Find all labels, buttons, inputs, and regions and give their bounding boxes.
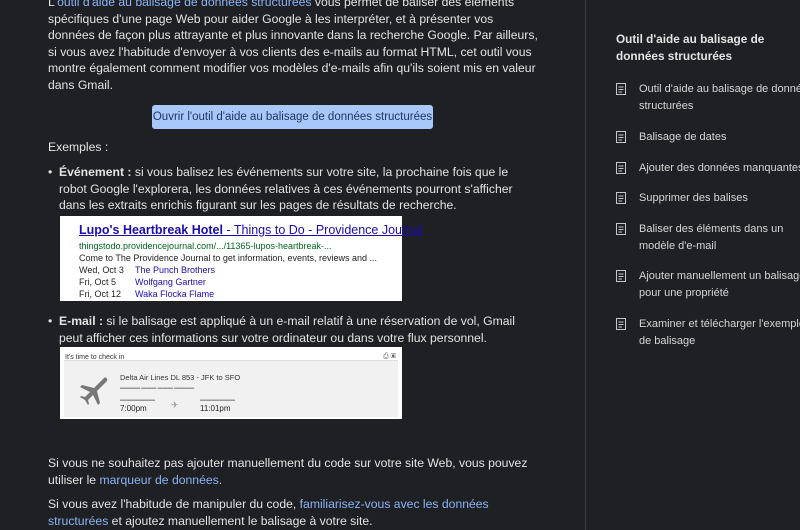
sidebar-item-label: Outil d'aide au balisage de données stru… (639, 83, 800, 112)
para-b-text: Si vous avez l'habitude de manipuler du … (48, 497, 300, 511)
serp-title-rest: - Things to Do - Providence Journal (222, 223, 423, 237)
intro-text: vous permet de baliser des éléments spéc… (48, 0, 538, 92)
article-icon (616, 223, 626, 235)
event-label: Événement : (59, 165, 132, 179)
airplane-icon (80, 377, 108, 405)
structured-data-paragraph: Si vous avez l'habitude de manipuler du … (48, 496, 538, 529)
data-highlighter-paragraph: Si vous ne souhaitez pas ajouter manuell… (48, 455, 538, 488)
sidebar-item-label: Examiner et télécharger l'exemple de bal… (639, 318, 800, 347)
bullet-email: • E-mail : si le balisage est appliqué à… (48, 313, 538, 346)
depart-time: 7:00pm (120, 404, 147, 413)
email-label: E-mail : (59, 314, 104, 328)
intro-prefix: L' (48, 0, 58, 9)
serp-title: Lupo's Heartbreak Hotel - Things to Do -… (79, 222, 423, 239)
sidebar-item-label: Ajouter manuellement un balisage pour un… (639, 270, 800, 299)
article-icon (616, 270, 626, 282)
sidebar-item-remove-tags[interactable]: Supprimer des balises (616, 190, 800, 207)
search-result-example: Lupo's Heartbreak Hotel - Things to Do -… (60, 216, 423, 303)
email-text: si le balisage est appliqué à un e-mail … (59, 314, 515, 345)
sidebar-item-review-download[interactable]: Examiner et télécharger l'exemple de bal… (616, 316, 800, 350)
bullet-event: • Événement : si vous balisez les événem… (48, 164, 538, 214)
sidebar-nav: Outil d'aide au balisage de données stru… (616, 31, 800, 347)
email-example: It's time to check in ⎙ ▣ Delta Air Line… (60, 347, 402, 419)
sidebar-item-dates[interactable]: Balisage de dates (616, 129, 800, 146)
bullet-dot: • (48, 165, 53, 179)
sidebar-item-label: Baliser des éléments dans un modèle d'e-… (639, 223, 784, 252)
flight-card: Delta Air Lines DL 853 - JFK to SFO ▬▬▬▬… (64, 360, 398, 417)
sidebar-title: Outil d'aide au balisage de données stru… (616, 32, 765, 63)
sidebar-item-email-template[interactable]: Baliser des éléments dans un modèle d'e-… (616, 221, 800, 255)
serp-title-bold: Lupo's Heartbreak Hotel (79, 223, 223, 237)
examples-heading: Exemples : (48, 140, 109, 154)
article-icon (616, 131, 626, 143)
markup-helper-link[interactable]: outil d'aide au balisage de données stru… (57, 0, 311, 9)
flight-arrow-icon: ✈ (171, 400, 179, 410)
sidebar-divider (585, 0, 586, 530)
data-highlighter-link[interactable]: marqueur de données (99, 473, 218, 487)
open-markup-helper-button[interactable]: Ouvrir l'outil d'aide au balisage de don… (152, 105, 433, 129)
bullet-dot: • (48, 314, 53, 328)
para-b-end: et ajoutez manuellement le balisage à vo… (108, 513, 373, 528)
event-date: Fri, Oct 12 (79, 289, 122, 299)
arrive-time: 11:01pm (200, 404, 231, 413)
article-icon (616, 318, 626, 330)
sidebar-item-label: Balisage de dates (639, 131, 727, 143)
intro-paragraph: L'outil d'aide au balisage de données st… (48, 0, 538, 94)
sidebar-item-missing-data[interactable]: Ajouter des données manquantes (616, 160, 800, 177)
sidebar-item-label: Ajouter des données manquantes (639, 162, 800, 174)
sidebar-item-manual-markup[interactable]: Ajouter manuellement un balisage pour un… (616, 268, 800, 302)
article-icon (616, 162, 626, 174)
sidebar-item-markup-helper[interactable]: Outil d'aide au balisage de données stru… (616, 81, 800, 115)
event-name: Waka Flocka Flame (135, 289, 215, 299)
para-a-end: . (218, 472, 223, 487)
article-icon (616, 83, 626, 95)
serp-event-row: Fri, Oct 12 Waka Flocka Flame (79, 286, 214, 303)
sidebar-item-label: Supprimer des balises (639, 192, 748, 204)
article-icon (616, 192, 626, 204)
